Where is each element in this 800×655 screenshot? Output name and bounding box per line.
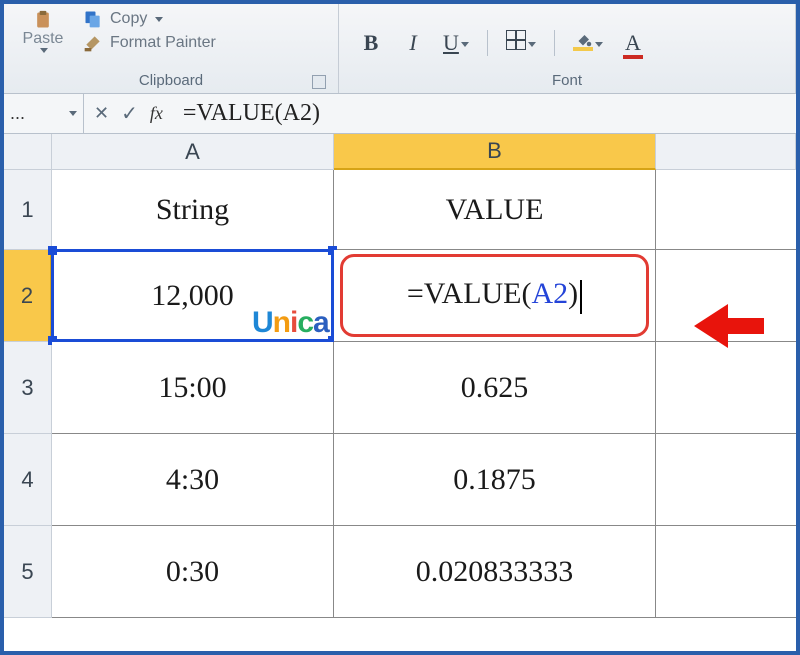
cell-a5[interactable]: 0:30 (52, 526, 334, 618)
table-row: 5 0:30 0.020833333 (4, 526, 796, 618)
cell-a4[interactable]: 4:30 (52, 434, 334, 526)
cell-a1[interactable]: String (52, 170, 334, 250)
cell-c1[interactable] (656, 170, 796, 250)
fill-color-button[interactable] (573, 30, 603, 56)
ribbon-group-clipboard: Paste Copy Format Painter Clipboard (4, 4, 339, 93)
row-header-1[interactable]: 1 (4, 170, 52, 250)
dialog-launcher-icon[interactable] (312, 75, 326, 89)
cell-b5[interactable]: 0.020833333 (334, 526, 656, 618)
select-all-corner[interactable] (4, 134, 52, 170)
group-label-font: Font (349, 71, 785, 91)
chevron-down-icon (69, 111, 77, 116)
bold-button[interactable]: B (359, 30, 383, 56)
selection-handle[interactable] (48, 246, 57, 255)
cancel-button[interactable]: ✕ (94, 103, 109, 124)
column-header-a[interactable]: A (52, 134, 334, 170)
enter-button[interactable]: ✓ (121, 101, 138, 126)
cell-value: 12,000 (151, 279, 234, 313)
grid-icon (506, 30, 526, 50)
cell-a3[interactable]: 15:00 (52, 342, 334, 434)
cell-b3[interactable]: 0.625 (334, 342, 656, 434)
font-color-button[interactable]: A (621, 30, 645, 56)
row-header-2[interactable]: 2 (4, 250, 52, 342)
table-row: 1 String VALUE (4, 170, 796, 250)
formula-input[interactable]: =VALUE(A2) (173, 100, 796, 127)
format-painter-label: Format Painter (110, 34, 216, 52)
borders-button[interactable] (506, 30, 536, 56)
cell-a2[interactable]: 12,000 (52, 250, 334, 342)
chevron-down-icon (528, 42, 536, 47)
chevron-down-icon (155, 17, 163, 22)
grid-body: 1 String VALUE 2 12,000 =VALUE(A2) (4, 170, 796, 618)
group-label-clipboard: Clipboard (14, 71, 328, 91)
brush-icon (82, 33, 104, 53)
chevron-down-icon (595, 42, 603, 47)
name-box-text: ... (10, 103, 25, 124)
cell-editing-formula: =VALUE(A2) (407, 277, 582, 313)
arrow-annotation (694, 304, 764, 348)
copy-label: Copy (110, 10, 147, 28)
table-row: 3 15:00 0.625 (4, 342, 796, 434)
copy-icon (82, 9, 104, 29)
fx-icon[interactable]: fx (150, 103, 163, 124)
separator (554, 30, 555, 56)
cell-b4[interactable]: 0.1875 (334, 434, 656, 526)
format-painter-button[interactable]: Format Painter (78, 32, 220, 54)
italic-button[interactable]: I (401, 30, 425, 56)
text-cursor (580, 280, 582, 314)
row-header-3[interactable]: 3 (4, 342, 52, 434)
ribbon-group-font: B I U A Font (339, 4, 796, 93)
ribbon: Paste Copy Format Painter Clipboard (4, 4, 796, 94)
clipboard-icon (32, 10, 54, 30)
bucket-icon (573, 30, 593, 48)
chevron-down-icon (461, 42, 469, 47)
column-headers: A B (4, 134, 796, 170)
paste-button[interactable]: Paste (14, 8, 72, 53)
formula-bar: ... ✕ ✓ fx =VALUE(A2) (4, 94, 796, 134)
column-header-c[interactable] (656, 134, 796, 170)
cell-c4[interactable] (656, 434, 796, 526)
name-box[interactable]: ... (4, 94, 84, 133)
table-row: 4 4:30 0.1875 (4, 434, 796, 526)
separator (487, 30, 488, 56)
table-row: 2 12,000 =VALUE(A2) (4, 250, 796, 342)
cell-b1[interactable]: VALUE (334, 170, 656, 250)
chevron-down-icon (40, 48, 48, 53)
cell-c5[interactable] (656, 526, 796, 618)
copy-button[interactable]: Copy (78, 8, 220, 30)
paste-label: Paste (23, 30, 64, 48)
spreadsheet: A B 1 String VALUE 2 12,000 (4, 134, 796, 651)
font-color-label: A (625, 30, 641, 55)
underline-button[interactable]: U (443, 30, 469, 56)
cell-c3[interactable] (656, 342, 796, 434)
arrow-head-icon (694, 304, 728, 348)
column-header-b[interactable]: B (334, 134, 656, 170)
arrow-body (724, 318, 764, 334)
row-header-5[interactable]: 5 (4, 526, 52, 618)
row-header-4[interactable]: 4 (4, 434, 52, 526)
cell-b2[interactable]: =VALUE(A2) (334, 250, 656, 342)
